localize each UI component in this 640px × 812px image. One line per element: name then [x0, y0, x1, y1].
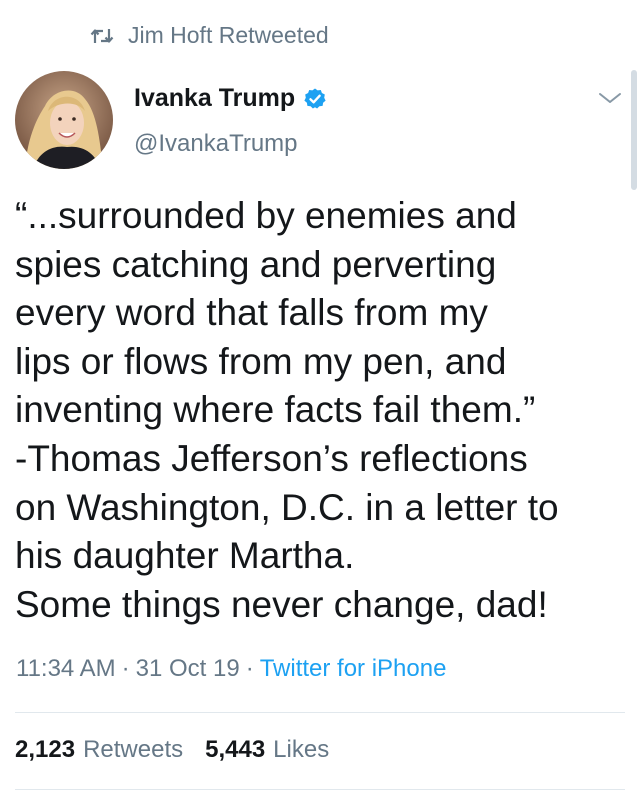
retweet-icon	[90, 27, 114, 45]
tweet-source-link[interactable]: Twitter for iPhone	[260, 655, 447, 682]
tweet-line: Some things never change, dad!	[15, 583, 548, 625]
likes-label: Likes	[273, 736, 330, 763]
tweet-text: “...surrounded by enemies and spies catc…	[15, 192, 625, 629]
tweet-meta: 11:34 AM · 31 Oct 19 · Twitter for iPhone	[16, 655, 446, 683]
tweet-line: on Washington, D.C. in a letter to	[15, 486, 559, 528]
author-handle[interactable]: @IvankaTrump	[134, 130, 298, 158]
tweet-stats: 2,123 Retweets 5,443 Likes	[15, 736, 329, 764]
tweet-time[interactable]: 11:34 AM	[16, 655, 116, 682]
tweet-line: his daughter Martha.	[15, 535, 355, 577]
tweet-date[interactable]: 31 Oct 19	[136, 655, 240, 682]
tweet-line: -Thomas Jefferson’s reflections	[15, 437, 528, 479]
likes-stat[interactable]: 5,443 Likes	[205, 736, 329, 764]
tweet-line: every word that falls from my	[15, 292, 488, 334]
divider	[15, 789, 625, 790]
scrollbar[interactable]	[631, 70, 637, 190]
avatar[interactable]	[15, 71, 113, 169]
retweets-count: 2,123	[15, 736, 76, 763]
meta-separator: ·	[121, 655, 130, 682]
retweet-text[interactable]: Jim Hoft Retweeted	[128, 22, 329, 49]
author-name[interactable]: Ivanka Trump	[134, 84, 327, 113]
tweet-line: “...surrounded by enemies and	[15, 195, 517, 236]
tweet-line: inventing where facts fail them.”	[15, 389, 536, 431]
retweets-label: Retweets	[83, 736, 184, 763]
divider	[15, 712, 625, 713]
likes-count: 5,443	[205, 736, 266, 763]
tweet-line: spies catching and perverting	[15, 243, 497, 285]
retweets-stat[interactable]: 2,123 Retweets	[15, 736, 183, 764]
author-name-text[interactable]: Ivanka Trump	[134, 84, 295, 113]
meta-separator: ·	[245, 655, 254, 682]
chevron-down-icon[interactable]	[597, 88, 623, 108]
verified-badge-icon	[303, 87, 327, 111]
tweet-line: lips or flows from my pen, and	[15, 340, 507, 382]
retweet-indicator: Jim Hoft Retweeted	[90, 22, 329, 49]
